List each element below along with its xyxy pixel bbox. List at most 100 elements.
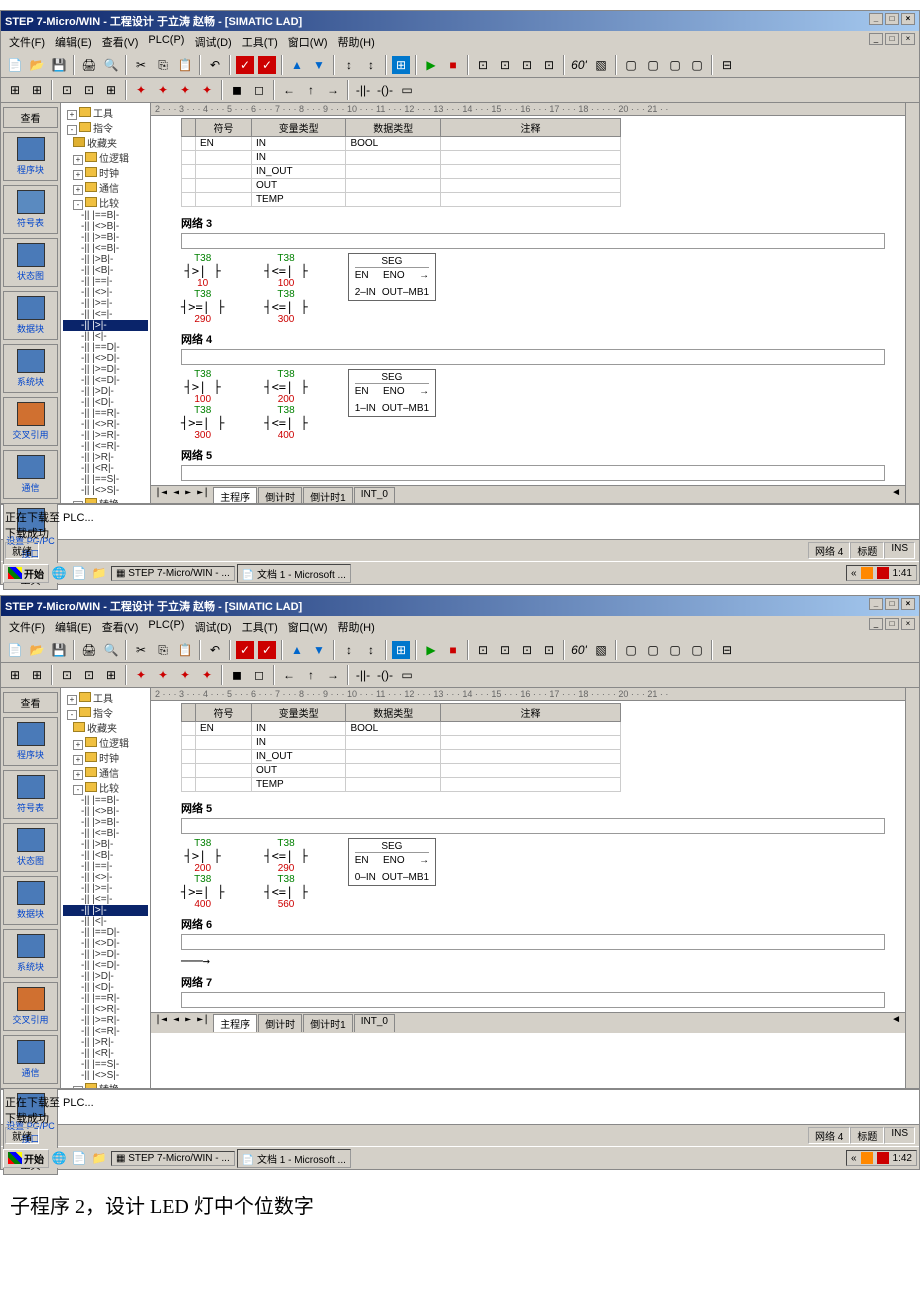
menu-debug[interactable]: 调试(D)	[190, 33, 235, 51]
insert-net-icon[interactable]: ✦	[131, 80, 151, 100]
maximize-btn[interactable]: □	[885, 13, 899, 25]
menu-window[interactable]: 窗口(W)	[284, 33, 332, 51]
db4-icon[interactable]: ▢	[687, 55, 707, 75]
ql-1[interactable]: 🌐	[49, 563, 69, 583]
mdi-max[interactable]: □	[885, 33, 899, 45]
nav-symbol-table[interactable]: 符号表	[3, 185, 58, 234]
task-step7[interactable]: ▦ STEP 7-Micro/WIN - ...	[111, 566, 235, 581]
network-5-label: 网络 5	[181, 447, 905, 463]
bin-icon[interactable]: 60'	[569, 55, 589, 75]
new-icon[interactable]: 📄	[5, 55, 25, 75]
status3-icon[interactable]: ⊡	[517, 55, 537, 75]
run-icon[interactable]: ▶	[421, 55, 441, 75]
mdi-min[interactable]: _	[869, 33, 883, 45]
tb2-l[interactable]: ←	[279, 80, 299, 100]
tab-nav[interactable]: |◄ ◄ ► ►|	[155, 487, 209, 503]
del-net-icon[interactable]: ✦	[153, 80, 173, 100]
tabs-bar: |◄ ◄ ► ►| 主程序 倒计时 倒计时1 INT_0 ◄	[151, 485, 905, 503]
nav-system-block[interactable]: 系统块	[3, 344, 58, 393]
menu-file[interactable]: 文件(F)	[5, 33, 49, 51]
db3-icon[interactable]: ▢	[665, 55, 685, 75]
task-word[interactable]: 📄 文档 1 - Microsoft ...	[237, 564, 351, 583]
menu-view[interactable]: 查看(V)	[98, 33, 143, 51]
network-4-ladder[interactable]: T38┤>| ├100 T38┤>=| ├300 T38┤<=| ├200 T3…	[181, 369, 905, 441]
ql-3[interactable]: 📁	[89, 563, 109, 583]
ql-2[interactable]: 📄	[69, 563, 89, 583]
tab-sub2[interactable]: 倒计时1	[303, 487, 353, 503]
contact-icon[interactable]: -||-	[353, 80, 373, 100]
nav-cross-ref[interactable]: 交叉引用	[3, 397, 58, 446]
tb2-11[interactable]: ◻	[249, 80, 269, 100]
tb2-8[interactable]: ✦	[175, 80, 195, 100]
minimize-btn[interactable]: _	[869, 598, 883, 610]
tab-main[interactable]: 主程序	[213, 487, 257, 503]
windows-icon	[8, 567, 22, 579]
start-button[interactable]: 开始	[3, 564, 49, 583]
compile-all-icon[interactable]: ✓	[257, 55, 277, 75]
close-btn[interactable]: ×	[901, 598, 915, 610]
undo-icon[interactable]: ↶	[205, 55, 225, 75]
compile-icon[interactable]: ✓	[235, 55, 255, 75]
force-icon[interactable]: ▧	[591, 55, 611, 75]
tb2-9[interactable]: ✦	[197, 80, 217, 100]
tb2-1[interactable]: ⊞	[5, 80, 25, 100]
nav-panel: 查看 程序块 符号表 状态图 数据块 系统块 交叉引用 通信 设置 PG/PC …	[1, 103, 61, 503]
tb2-2[interactable]: ⊞	[27, 80, 47, 100]
nav-data-block[interactable]: 数据块	[3, 291, 58, 340]
network-3-ladder[interactable]: T38┤>| ├10 T38┤>=| ├290 T38┤<=| ├100 T38…	[181, 253, 905, 325]
tb2-u[interactable]: ↑	[301, 80, 321, 100]
tray-icon-2[interactable]	[877, 567, 889, 579]
status4-icon[interactable]: ⊡	[539, 55, 559, 75]
cut-icon[interactable]: ✂	[131, 55, 151, 75]
tb2-3[interactable]: ⊡	[57, 80, 77, 100]
preview-icon[interactable]: 🔍	[101, 55, 121, 75]
tab-int[interactable]: INT_0	[354, 487, 395, 503]
sim-icon[interactable]: ⊞	[391, 55, 411, 75]
tb2-5[interactable]: ⊞	[101, 80, 121, 100]
box-icon[interactable]: ▭	[397, 80, 417, 100]
tray-icon-1[interactable]	[861, 567, 873, 579]
menu-plc[interactable]: PLC(P)	[144, 33, 188, 51]
network-4-title[interactable]	[181, 349, 885, 365]
mdi-close[interactable]: ×	[901, 33, 915, 45]
open-icon[interactable]: 📂	[27, 55, 47, 75]
menu-edit[interactable]: 编辑(E)	[51, 33, 96, 51]
status2-icon[interactable]: ⊡	[495, 55, 515, 75]
coil-icon[interactable]: -()-	[375, 80, 395, 100]
tb2-r[interactable]: →	[323, 80, 343, 100]
menu-help[interactable]: 帮助(H)	[334, 33, 379, 51]
scrollbar[interactable]	[905, 103, 919, 503]
tree-panel[interactable]: +工具 -指令 收藏夹 +位逻辑 +时钟 +通信 -比较 -|| |==B|- …	[61, 103, 151, 503]
status-ready: 就绪	[5, 542, 39, 559]
db2-icon[interactable]: ▢	[643, 55, 663, 75]
nav-status-chart[interactable]: 状态图	[3, 238, 58, 287]
db5-icon[interactable]: ⊟	[717, 55, 737, 75]
maximize-btn[interactable]: □	[885, 598, 899, 610]
code-panel[interactable]: 2 · · · 3 · · · 4 · · · 5 · · · 6 · · · …	[151, 103, 905, 503]
menu-tools[interactable]: 工具(T)	[238, 33, 282, 51]
status1-icon[interactable]: ⊡	[473, 55, 493, 75]
title-bar: STEP 7-Micro/WIN - 工程设计 于立涛 赵畅 - [SIMATI…	[1, 11, 919, 31]
upload-icon[interactable]: ▲	[287, 55, 307, 75]
status-bar: 就绪 网络 4 标题 INS	[1, 539, 919, 561]
nav2-icon[interactable]: ↕	[361, 55, 381, 75]
copy-icon[interactable]: ⎘	[153, 55, 173, 75]
nav1-icon[interactable]: ↕	[339, 55, 359, 75]
network-5-title[interactable]	[181, 465, 885, 481]
network-3-title[interactable]	[181, 233, 885, 249]
var-table[interactable]: 符号变量类型数据类型注释 ENINBOOL IN IN_OUT OUT TEMP	[181, 118, 621, 207]
download-icon[interactable]: ▼	[309, 55, 329, 75]
stop-icon[interactable]: ■	[443, 55, 463, 75]
system-tray[interactable]: « 1:41	[846, 565, 917, 581]
nav-comm[interactable]: 通信	[3, 450, 58, 499]
print-icon[interactable]: 🖨	[79, 55, 99, 75]
close-btn[interactable]: ×	[901, 13, 915, 25]
db1-icon[interactable]: ▢	[621, 55, 641, 75]
nav-program-block[interactable]: 程序块	[3, 132, 58, 181]
tb2-10[interactable]: ◼	[227, 80, 247, 100]
tb2-4[interactable]: ⊡	[79, 80, 99, 100]
minimize-btn[interactable]: _	[869, 13, 883, 25]
tab-sub1[interactable]: 倒计时	[258, 487, 302, 503]
paste-icon[interactable]: 📋	[175, 55, 195, 75]
save-icon[interactable]: 💾	[49, 55, 69, 75]
